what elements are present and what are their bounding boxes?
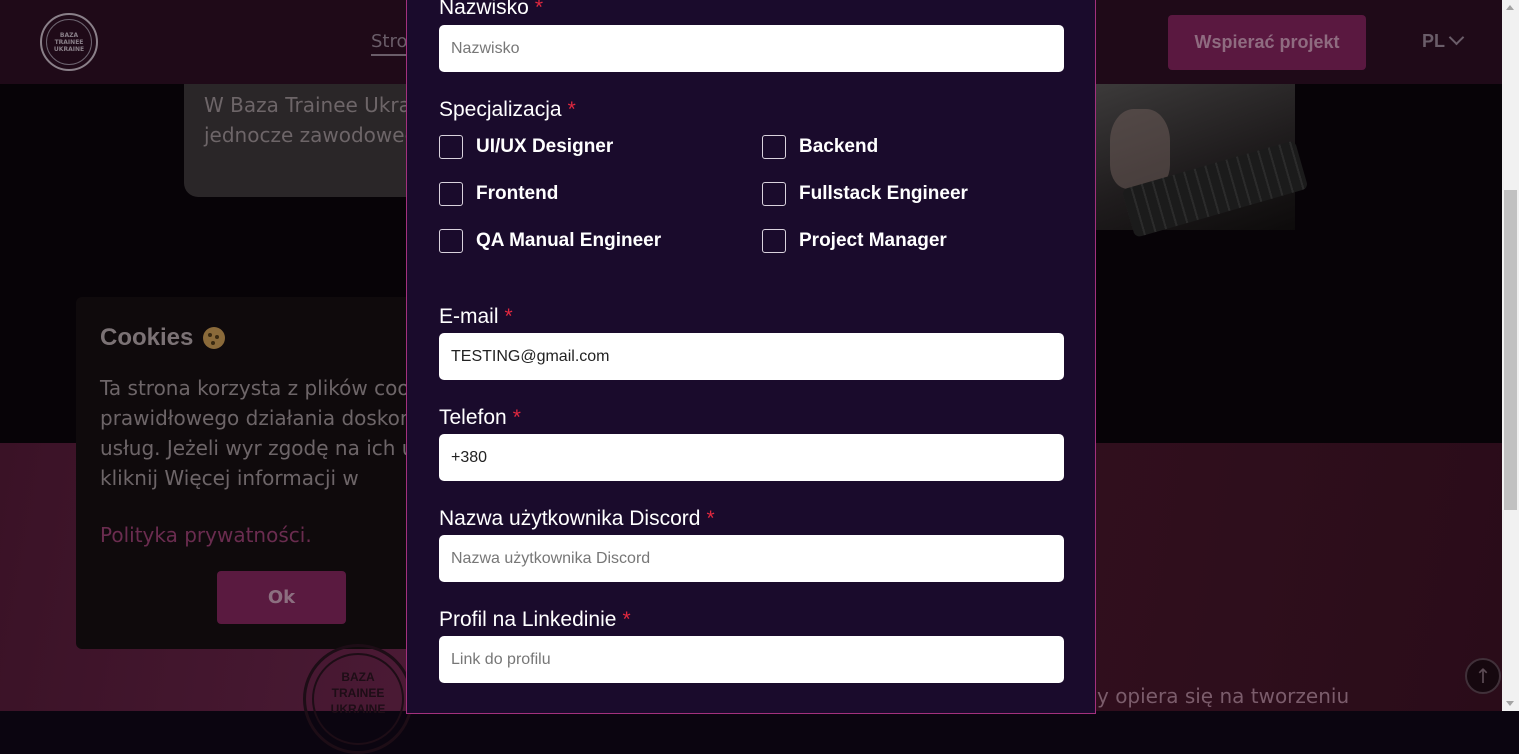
cookie-icon	[203, 327, 226, 349]
linkedin-profile-input[interactable]	[439, 636, 1064, 683]
checkbox-label: Backend	[799, 136, 879, 157]
footer-logo: BAZA TRAINEE UKRAINE	[303, 644, 413, 754]
scroll-to-top-button[interactable]: ↑	[1465, 658, 1501, 694]
phone-label-text: Telefon	[439, 406, 507, 429]
footer-logo-text: BAZA TRAINEE UKRAINE	[330, 670, 386, 716]
discord-username-input[interactable]	[439, 535, 1064, 582]
language-label: PL	[1422, 31, 1446, 51]
required-marker: *	[622, 608, 631, 631]
application-form-modal: Nazwisko* Specjalizacja* UI/UX Designer …	[406, 0, 1096, 714]
discord-label-text: Nazwa użytkownika Discord	[439, 507, 701, 530]
cookie-banner: Cookies Ta strona korzysta z plików coo …	[76, 297, 416, 649]
surname-label-text: Nazwisko	[439, 0, 529, 19]
support-project-button[interactable]: Wspierać projekt	[1168, 15, 1366, 70]
checkbox-fullstack-engineer[interactable]: Fullstack Engineer	[762, 182, 968, 206]
checkbox-label: Project Manager	[799, 230, 947, 251]
logo-text: BAZA TRAINEE UKRAINE	[53, 31, 85, 53]
required-marker: *	[512, 406, 521, 429]
surname-label: Nazwisko *	[439, 0, 543, 20]
cookie-ok-button[interactable]: Ok	[217, 571, 346, 624]
required-marker: *	[534, 0, 544, 19]
required-marker: *	[504, 305, 513, 328]
specialization-label-text: Specjalizacja	[439, 98, 562, 121]
surname-input[interactable]	[439, 25, 1064, 72]
checkbox-label: QA Manual Engineer	[476, 230, 662, 251]
about-text: W Baza Trainee Ukra zespołem jednocze za…	[204, 93, 434, 147]
nav-link-home[interactable]: Stro	[371, 31, 408, 56]
discord-label: Nazwa użytkownika Discord *	[439, 507, 715, 531]
about-card: W Baza Trainee Ukra zespołem jednocze za…	[184, 84, 434, 197]
required-marker: *	[567, 98, 576, 121]
checkbox-label: UI/UX Designer	[476, 136, 614, 157]
scrollbar-thumb[interactable]	[1504, 190, 1517, 510]
privacy-policy-link[interactable]: Polityka prywatności.	[100, 523, 312, 547]
checkbox-frontend[interactable]: Frontend	[439, 182, 558, 206]
checkbox-box[interactable]	[762, 229, 786, 253]
language-selector[interactable]: PL	[1422, 29, 1465, 52]
checkbox-box[interactable]	[762, 135, 786, 159]
checkbox-box[interactable]	[762, 182, 786, 206]
chevron-down-icon	[1448, 29, 1465, 46]
cookie-text: Ta strona korzysta z plików coo w celu p…	[100, 376, 416, 490]
checkbox-ui-ux-designer[interactable]: UI/UX Designer	[439, 135, 613, 159]
required-marker: *	[706, 507, 715, 530]
scroll-up-arrow-icon[interactable]	[1506, 5, 1514, 10]
checkbox-box[interactable]	[439, 135, 463, 159]
cookie-title-text: Cookies	[100, 324, 194, 351]
phone-input[interactable]	[439, 434, 1064, 481]
hero-photo	[1095, 84, 1309, 238]
about-bottom-text: y opiera się na tworzeniu	[1097, 684, 1350, 708]
page-scrollbar[interactable]	[1502, 0, 1519, 711]
email-label-text: E-mail	[439, 305, 499, 328]
checkbox-label: Fullstack Engineer	[799, 183, 968, 204]
checkbox-backend[interactable]: Backend	[762, 135, 878, 159]
checkbox-box[interactable]	[439, 182, 463, 206]
phone-label: Telefon *	[439, 406, 521, 430]
checkbox-project-manager[interactable]: Project Manager	[762, 229, 947, 253]
checkbox-qa-manual-engineer[interactable]: QA Manual Engineer	[439, 229, 661, 253]
linkedin-label-text: Profil na Linkedinie	[439, 608, 617, 631]
checkbox-box[interactable]	[439, 229, 463, 253]
photo-hand	[1110, 109, 1170, 189]
scroll-down-arrow-icon[interactable]	[1506, 701, 1514, 706]
email-input[interactable]	[439, 333, 1064, 380]
logo[interactable]: BAZA TRAINEE UKRAINE	[40, 13, 98, 71]
arrow-up-icon: ↑	[1474, 664, 1492, 688]
checkbox-label: Frontend	[476, 183, 559, 204]
email-label: E-mail *	[439, 305, 513, 329]
linkedin-label: Profil na Linkedinie *	[439, 608, 631, 632]
cookie-title: Cookies	[100, 324, 226, 352]
specialization-label: Specjalizacja *	[439, 98, 576, 122]
